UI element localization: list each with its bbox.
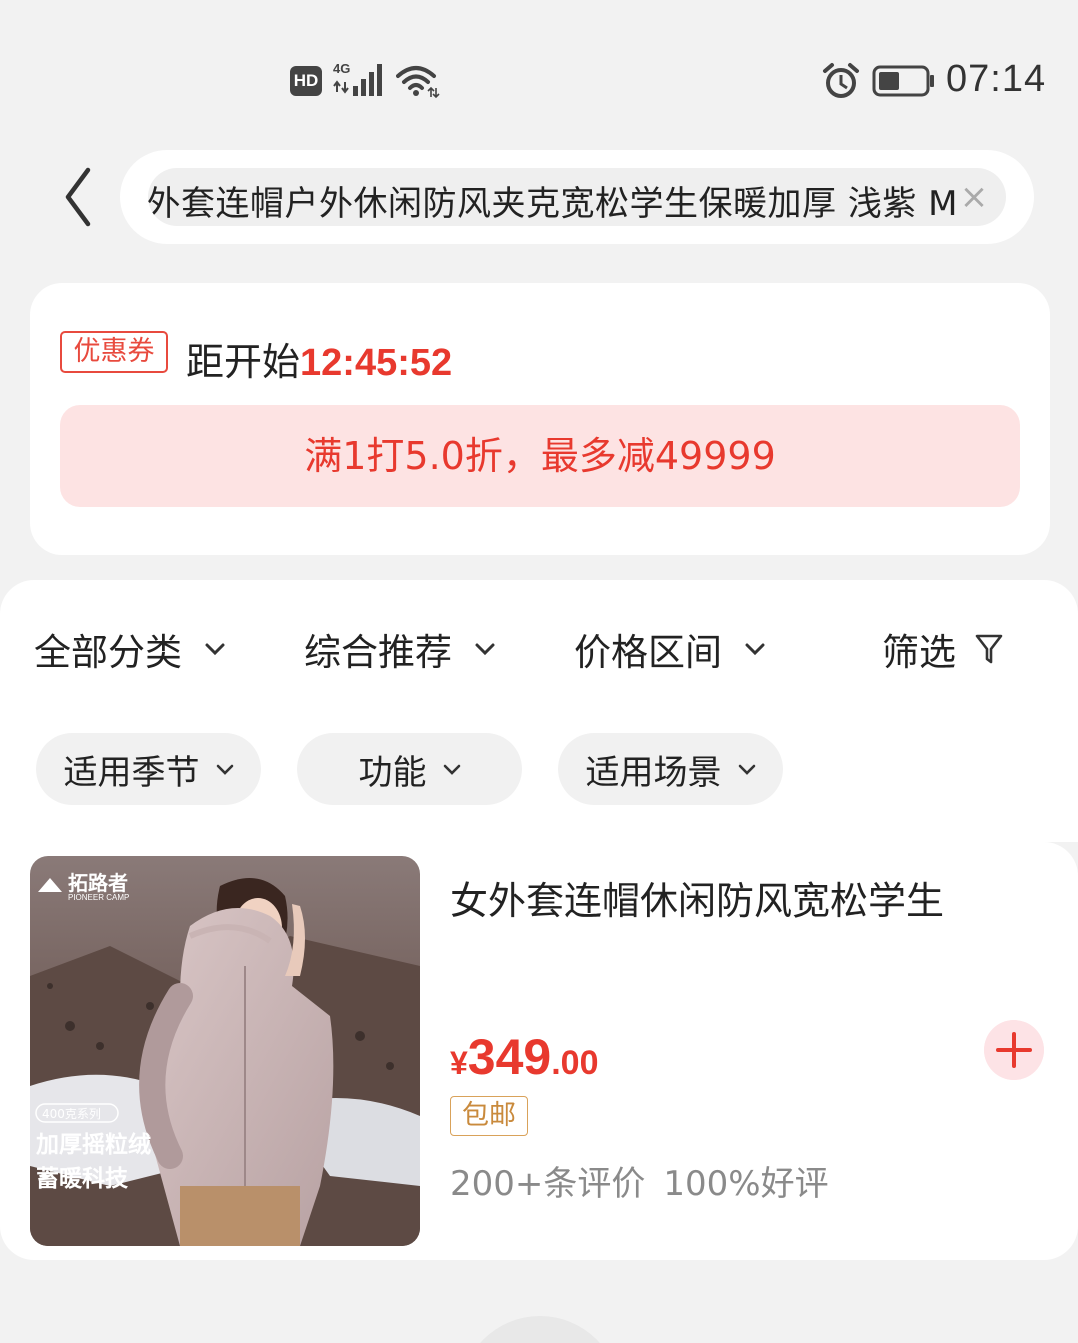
- sort-label: 全部分类: [34, 631, 182, 674]
- chevron-down-icon: [475, 643, 495, 656]
- chip-label: 适用场景: [585, 752, 722, 793]
- svg-text:4G: 4G: [333, 61, 350, 76]
- chip-scene[interactable]: 适用场景: [558, 733, 783, 805]
- back-arrow-icon[interactable]: [58, 162, 98, 232]
- chip-season[interactable]: 适用季节: [36, 733, 261, 805]
- product-image[interactable]: 拓路者 PIONEER CAMP 400克系列 加厚摇粒绒 蓄暖科技: [30, 856, 420, 1246]
- clear-search-icon[interactable]: ×: [956, 177, 992, 217]
- product-price: ¥349.00: [450, 1028, 599, 1086]
- chevron-down-icon: [205, 643, 225, 656]
- sort-recommended[interactable]: 综合推荐: [304, 622, 496, 676]
- sort-label: 筛选: [882, 631, 956, 674]
- filter-panel: 全部分类 综合推荐 价格区间 筛选 适用季节 功能 适用场景: [0, 580, 1078, 842]
- sort-label: 价格区间: [574, 631, 722, 674]
- sort-price-range[interactable]: 价格区间: [574, 622, 766, 676]
- product-card[interactable]: 拓路者 PIONEER CAMP 400克系列 加厚摇粒绒 蓄暖科技 女外套连帽…: [0, 842, 1078, 1260]
- price-currency: ¥: [450, 1045, 468, 1081]
- coupon-countdown: 距开始12:45:52: [186, 331, 452, 386]
- hd-icon: HD: [290, 66, 322, 96]
- chip-label: 功能: [358, 752, 427, 793]
- filter-icon: [975, 634, 1003, 664]
- countdown-time: 12:45:52: [300, 342, 453, 384]
- free-shipping-badge: 包邮: [450, 1096, 528, 1136]
- sort-all-categories[interactable]: 全部分类: [34, 622, 226, 676]
- svg-text:400克系列: 400克系列: [42, 1107, 101, 1121]
- review-count: 200+条评价: [450, 1164, 646, 1204]
- add-to-cart-button[interactable]: [984, 1020, 1044, 1080]
- alarm-icon: [823, 63, 859, 98]
- chevron-down-icon: [443, 764, 460, 775]
- product-title[interactable]: 女外套连帽休闲防风宽松学生: [450, 870, 944, 925]
- positive-rate: 100%好评: [663, 1164, 829, 1204]
- countdown-prefix: 距开始: [186, 340, 301, 384]
- chevron-down-icon: [738, 764, 755, 775]
- coupon-offer-button[interactable]: 满1打5.0折，最多减49999: [60, 405, 1020, 507]
- search-query-text: 女外套连帽户外休闲防风夹克宽松学生保暖加厚 浅紫 M: [148, 184, 958, 224]
- svg-text:蓄暖科技: 蓄暖科技: [36, 1166, 129, 1192]
- chip-function[interactable]: 功能: [297, 733, 522, 805]
- clock-time: 07:14: [946, 58, 1047, 100]
- svg-text:加厚摇粒绒: 加厚摇粒绒: [35, 1131, 151, 1158]
- search-input[interactable]: 女外套连帽户外休闲防风夹克宽松学生保暖加厚 浅紫 M ×: [148, 168, 1006, 226]
- signal-4g-icon: 4G: [333, 61, 382, 96]
- chip-label: 适用季节: [63, 752, 200, 793]
- chevron-down-icon: [216, 764, 233, 775]
- svg-text:拓路者: 拓路者: [68, 871, 128, 895]
- search-bar: 女外套连帽户外休闲防风夹克宽松学生保暖加厚 浅紫 M ×: [120, 150, 1034, 244]
- coupon-tag: 优惠券: [60, 331, 168, 373]
- status-bar: HD 4G 07:14: [0, 0, 1078, 150]
- bottom-float-button[interactable]: [460, 1316, 620, 1343]
- filter-button[interactable]: 筛选: [882, 622, 1004, 676]
- price-integer: 349: [467, 1029, 552, 1085]
- svg-text:PIONEER CAMP: PIONEER CAMP: [68, 893, 129, 902]
- sort-label: 综合推荐: [304, 631, 452, 674]
- chevron-down-icon: [745, 643, 765, 656]
- wifi-icon: [396, 66, 440, 99]
- coupon-card: 优惠券 距开始12:45:52 满1打5.0折，最多减49999: [30, 283, 1050, 555]
- price-decimal: .00: [551, 1044, 599, 1082]
- product-reviews: 200+条评价 100%好评: [450, 1156, 829, 1205]
- battery-icon: [872, 65, 934, 97]
